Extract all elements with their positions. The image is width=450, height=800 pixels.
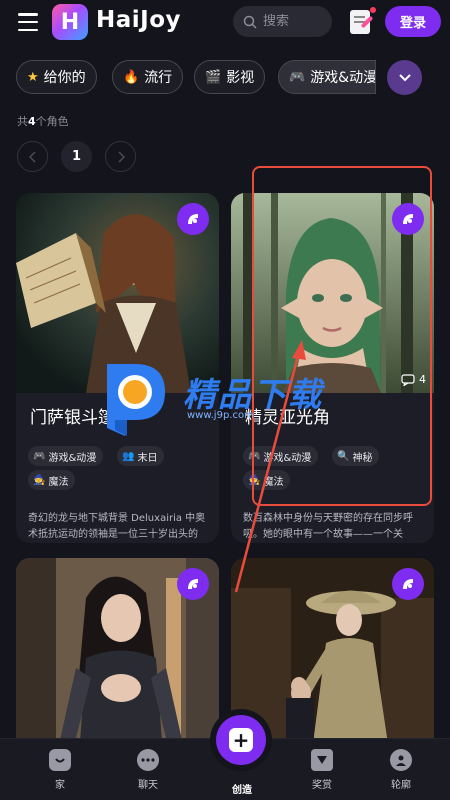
plus-icon: + bbox=[229, 728, 253, 752]
watermark: 精品下载 www.j9p.com bbox=[95, 358, 365, 438]
profile-icon bbox=[390, 749, 412, 771]
chevron-down-icon[interactable] bbox=[387, 60, 422, 95]
notification-dot bbox=[370, 7, 376, 13]
character-type-icon bbox=[392, 568, 424, 600]
bottom-nav: 家 聊天 + 创造 奖赏 轮廓 bbox=[0, 709, 450, 800]
chip-label: 游戏&动漫 bbox=[310, 70, 376, 86]
tag-label: 末日 bbox=[137, 452, 158, 464]
gamepad-icon: 🎮 bbox=[33, 450, 46, 462]
search-input[interactable] bbox=[263, 14, 323, 29]
login-button[interactable]: 登录 bbox=[385, 6, 441, 37]
tag-label: 魔法 bbox=[48, 476, 69, 488]
nav-label: 家 bbox=[55, 780, 65, 791]
notes-icon[interactable] bbox=[348, 7, 376, 36]
next-page-button[interactable] bbox=[105, 141, 136, 172]
tag-apocalypse[interactable]: 👥 末日 bbox=[117, 446, 165, 466]
logo-letter: H bbox=[60, 9, 80, 35]
nav-label: 聊天 bbox=[138, 780, 158, 791]
nav-label: 创造 bbox=[232, 785, 252, 796]
search-box[interactable] bbox=[233, 6, 332, 37]
character-type-icon bbox=[177, 568, 209, 600]
wizard-icon: 🧙 bbox=[33, 474, 46, 486]
watermark-text: 精品下载 bbox=[183, 375, 323, 414]
reward-icon bbox=[311, 749, 333, 771]
prev-page-button[interactable] bbox=[17, 141, 48, 172]
chip-label: 影视 bbox=[226, 70, 255, 86]
home-icon bbox=[49, 749, 71, 771]
character-description: 数百森林中身份与天野密的存在同步呼吸。她的眼中有一个故事——一个关 bbox=[243, 513, 413, 540]
annotation-highlight-box bbox=[252, 166, 432, 506]
nav-rewards[interactable]: 奖赏 bbox=[292, 749, 352, 791]
watermark-url: www.j9p.com bbox=[187, 410, 254, 421]
tag-label: 游戏&动漫 bbox=[48, 452, 97, 464]
fire-icon: 🔥 bbox=[123, 69, 140, 85]
menu-icon[interactable] bbox=[18, 13, 38, 31]
watermark-logo-icon bbox=[107, 364, 165, 436]
chip-popular[interactable]: 🔥 流行 bbox=[112, 60, 184, 94]
chat-icon bbox=[137, 749, 159, 771]
app-logo[interactable]: H bbox=[52, 4, 88, 40]
character-description: 奇幻的龙与地下城背景 Deluxairia 中奥术抵抗运动的领袖是一位三十岁出头… bbox=[28, 513, 206, 540]
category-chips: ★ 给你的 🔥 流行 🎬 影视 🎮 游戏&动漫 bbox=[0, 60, 450, 96]
chip-for-you[interactable]: ★ 给你的 bbox=[16, 60, 97, 94]
nav-home[interactable]: 家 bbox=[30, 749, 90, 791]
count-prefix: 共 bbox=[17, 115, 28, 128]
gamepad-icon: 🎮 bbox=[289, 69, 306, 85]
people-icon: 👥 bbox=[122, 450, 135, 462]
tag-games-anime[interactable]: 🎮 游戏&动漫 bbox=[28, 446, 104, 466]
star-icon: ★ bbox=[27, 69, 39, 85]
count-number: 4 bbox=[28, 115, 36, 128]
film-icon: 🎬 bbox=[205, 69, 222, 85]
top-bar: H HaiJoy 登录 bbox=[0, 0, 450, 44]
nav-profile[interactable]: 轮廓 bbox=[371, 749, 431, 791]
nav-label: 轮廓 bbox=[391, 780, 411, 791]
search-icon bbox=[243, 15, 257, 29]
nav-label: 奖赏 bbox=[312, 780, 332, 791]
chevron-left-icon bbox=[28, 150, 36, 163]
chip-film[interactable]: 🎬 影视 bbox=[194, 60, 266, 94]
chevron-right-icon bbox=[117, 150, 125, 163]
tag-magic[interactable]: 🧙 魔法 bbox=[28, 470, 76, 490]
nav-chat[interactable]: 聊天 bbox=[118, 749, 178, 791]
brand-name[interactable]: HaiJoy bbox=[96, 7, 181, 33]
character-type-icon bbox=[177, 203, 209, 235]
page-number[interactable]: 1 bbox=[61, 141, 92, 172]
chip-label: 流行 bbox=[144, 70, 173, 86]
create-button[interactable]: + bbox=[210, 709, 272, 771]
chip-label: 给你的 bbox=[43, 70, 86, 86]
character-count: 共4个角色 bbox=[17, 113, 69, 129]
count-suffix: 个角色 bbox=[35, 115, 69, 128]
chip-games-anime[interactable]: 🎮 游戏&动漫 bbox=[278, 60, 376, 94]
